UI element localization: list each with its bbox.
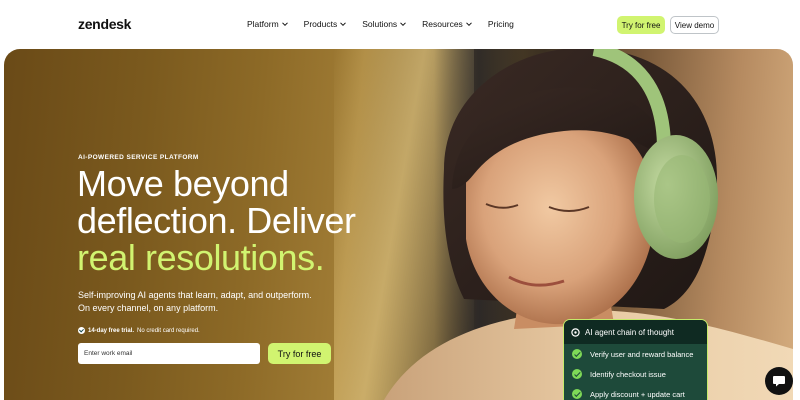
try-for-free-button[interactable]: Try for free: [617, 16, 665, 34]
nav-item-resources[interactable]: Resources: [422, 19, 473, 29]
hero-headline: Move beyond deflection. Deliver real res…: [77, 165, 356, 276]
trial-note-rest: No credit card required.: [137, 327, 200, 334]
view-demo-button[interactable]: View demo: [670, 16, 719, 34]
nav-item-solutions[interactable]: Solutions: [362, 19, 407, 29]
ai-step-label: Apply discount + update cart: [590, 389, 685, 399]
ai-sparkle-icon: [571, 327, 580, 337]
nav-item-label: Solutions: [362, 19, 398, 29]
check-circle-icon: [572, 389, 582, 399]
nav-menu: Platform Products Solutions Resources Pr…: [247, 19, 514, 29]
nav-item-label: Products: [303, 19, 338, 29]
nav-item-label: Resources: [422, 19, 463, 29]
hero-eyebrow: AI-POWERED SERVICE PLATFORM: [78, 154, 199, 161]
chevron-down-icon: [400, 22, 407, 27]
chat-launcher-button[interactable]: [765, 367, 793, 395]
top-nav: zendesk Platform Products Solutions Reso…: [0, 0, 800, 48]
hero-subcopy: Self-improving AI agents that learn, ada…: [78, 289, 312, 314]
hero-try-for-free-button[interactable]: Try for free: [268, 343, 331, 364]
ai-step-row: Identify checkout issue: [564, 364, 707, 384]
ai-chain-of-thought-card: AI agent chain of thought Verify user an…: [563, 319, 708, 400]
ai-step-label: Verify user and reward balance: [590, 349, 694, 359]
subcopy-line-1: Self-improving AI agents that learn, ada…: [78, 290, 312, 300]
headline-line-2: deflection. Deliver: [77, 200, 356, 241]
work-email-input[interactable]: [78, 343, 260, 364]
ai-card-title: AI agent chain of thought: [585, 327, 674, 337]
nav-item-pricing[interactable]: Pricing: [488, 19, 514, 29]
nav-item-label: Pricing: [487, 19, 514, 29]
ai-step-row: Apply discount + update cart: [564, 384, 707, 400]
nav-item-platform[interactable]: Platform: [247, 19, 289, 29]
nav-item-label: Platform: [247, 19, 279, 29]
subcopy-line-2: On every channel, on any platform.: [78, 302, 219, 313]
nav-item-products[interactable]: Products: [304, 19, 348, 29]
zendesk-logo[interactable]: zendesk: [78, 16, 131, 32]
check-circle-icon: [572, 349, 582, 359]
headline-line-1: Move beyond: [77, 163, 289, 204]
ai-card-header: AI agent chain of thought: [564, 320, 707, 344]
headline-highlight: real resolutions.: [77, 237, 325, 278]
check-circle-icon: [572, 369, 582, 379]
chevron-down-icon: [281, 22, 288, 27]
trial-note-bold: 14-day free trial.: [88, 327, 135, 334]
ai-step-row: Verify user and reward balance: [564, 344, 707, 364]
check-circle-icon: [78, 327, 85, 334]
ai-step-label: Identify checkout issue: [590, 369, 666, 379]
chevron-down-icon: [465, 22, 472, 27]
chat-bubble-icon: [773, 376, 785, 387]
chevron-down-icon: [340, 22, 347, 27]
trial-note: 14-day free trial. No credit card requir…: [78, 327, 200, 334]
